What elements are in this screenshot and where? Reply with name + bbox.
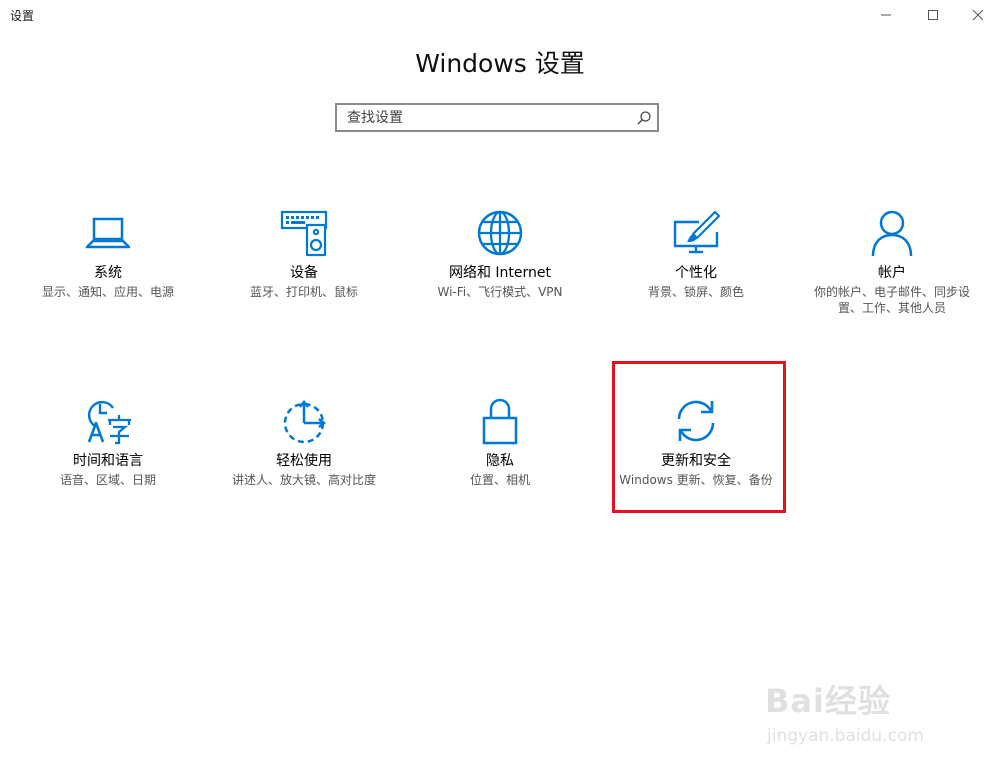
sync-arrows-icon [677,400,715,442]
lock-icon [482,398,518,445]
watermark-url: jingyan.baidu.com [767,726,924,746]
tile-description: 显示、通知、应用、电源 [41,285,174,299]
tile-title: 隐私 [486,453,514,469]
tile-description: 位置、相机 [469,473,530,487]
minimize-button[interactable] [863,0,909,30]
tile-accounts[interactable]: 帐户 你的帐户、电子邮件、同步设置、工作、其他人员 [794,208,990,316]
tile-title: 网络和 Internet [448,265,552,281]
tile-privacy[interactable]: 隐私 位置、相机 [402,396,598,488]
person-icon [871,210,913,257]
tile-network[interactable]: 网络和 Internet Wi-Fi、飞行模式、VPN [402,208,598,300]
tile-description: 语音、区域、日期 [59,473,156,487]
window-title: 设置 [10,9,35,23]
minimize-icon [881,14,891,16]
tile-title: 个性化 [675,265,717,281]
title-bar: 设置 [0,0,1000,30]
laptop-icon [85,217,131,249]
ease-of-access-icon [283,399,327,444]
search-input[interactable] [337,105,637,130]
maximize-icon [928,10,938,20]
maximize-button[interactable] [910,0,956,30]
tile-devices[interactable]: 设备 蓝牙、打印机、鼠标 [206,208,402,300]
watermark-brand: Bai经验 [765,682,891,720]
tile-time-language[interactable]: 时间和语言 语音、区域、日期 [10,396,206,488]
tile-description: Wi-Fi、飞行模式、VPN [437,285,563,299]
watermark: Bai经验 jingyan.baidu.com [765,668,965,758]
search-button[interactable] [635,109,653,127]
time-language-icon [87,400,131,445]
globe-icon [477,210,523,256]
tile-title: 设备 [290,265,318,281]
tile-title: 更新和安全 [661,453,731,469]
tile-title: 时间和语言 [73,453,143,469]
tile-description: 蓝牙、打印机、鼠标 [249,285,358,299]
keyboard-speaker-icon [280,210,328,257]
tile-description: 你的帐户、电子邮件、同步设置、工作、其他人员 [813,285,970,315]
close-icon [972,9,984,21]
tile-system[interactable]: 系统 显示、通知、应用、电源 [10,208,206,300]
tile-ease-of-access[interactable]: 轻松使用 讲述人、放大镜、高对比度 [206,396,402,488]
paintbrush-display-icon [673,210,721,254]
close-button[interactable] [955,0,1000,30]
tile-title: 系统 [94,265,122,281]
tile-description: 背景、锁屏、颜色 [647,285,744,299]
tile-personalization[interactable]: 个性化 背景、锁屏、颜色 [598,208,794,300]
page-title: Windows 设置 [415,49,585,78]
tile-title: 轻松使用 [276,453,332,469]
tile-description: 讲述人、放大镜、高对比度 [231,473,376,487]
search-box[interactable] [335,103,659,132]
tile-title: 帐户 [878,265,906,281]
tile-description: Windows 更新、恢复、备份 [619,473,773,487]
tile-update-security[interactable]: 更新和安全 Windows 更新、恢复、备份 [598,396,794,488]
search-icon [637,111,651,125]
